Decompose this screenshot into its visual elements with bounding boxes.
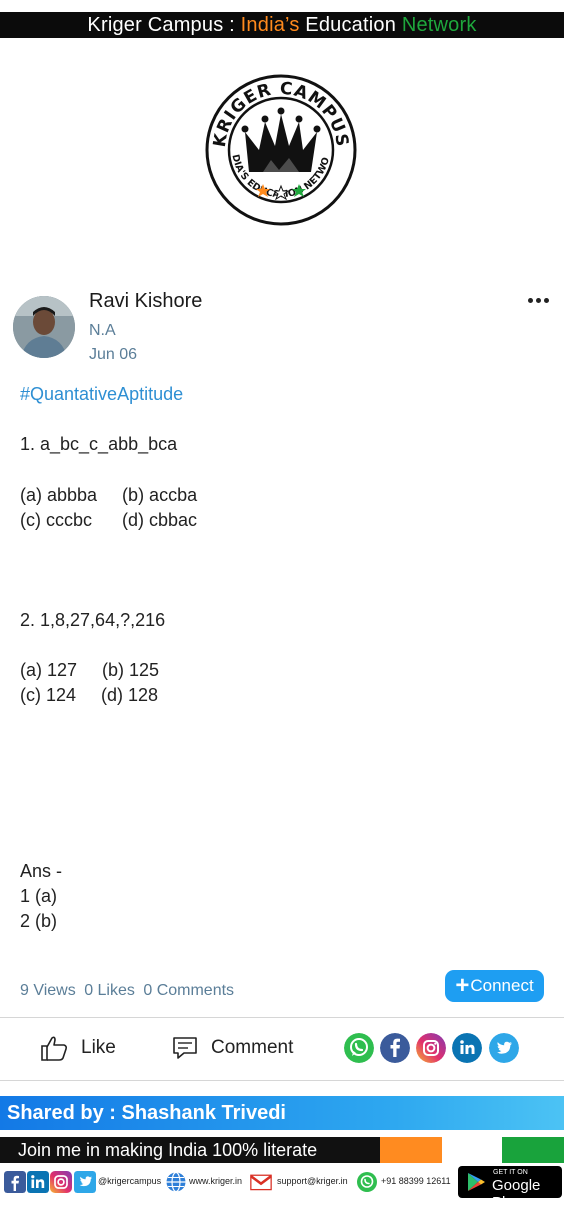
instagram-icon[interactable]	[416, 1033, 446, 1063]
google-play-small-text: GET IT ON	[493, 1169, 528, 1176]
comment-button[interactable]: Comment	[172, 1032, 293, 1064]
answer-2: 2 (b)	[20, 911, 58, 931]
answers-title: Ans -	[20, 861, 63, 881]
more-options-icon[interactable]	[522, 290, 554, 312]
connect-button[interactable]: +Connect	[445, 970, 544, 1002]
question-2: 2. 1,8,27,64,?,216	[20, 610, 166, 630]
post-date: Jun 06	[89, 346, 138, 363]
support-email[interactable]: support@kriger.in	[277, 1176, 348, 1186]
thumbs-up-icon	[41, 1036, 68, 1061]
google-play-text: Google Play	[492, 1177, 541, 1211]
globe-icon	[166, 1171, 186, 1193]
likes-count: 0 Likes	[84, 982, 135, 999]
post-hashtag[interactable]: #QuantativeAptitude	[20, 384, 183, 405]
phone-number[interactable]: +91 88399 12611	[381, 1176, 451, 1186]
plus-icon: +	[455, 972, 470, 999]
app-header: Kriger Campus : India’s Education Networ…	[0, 12, 564, 38]
whatsapp-icon	[357, 1172, 377, 1192]
divider	[0, 1017, 564, 1018]
avatar[interactable]	[13, 296, 75, 358]
views-count: 9 Views	[20, 982, 76, 999]
header-title-india: India’s	[240, 14, 300, 36]
facebook-icon[interactable]	[380, 1033, 410, 1063]
answer-1: 1 (a)	[20, 886, 58, 906]
question-1-options-line-2: (c) cccbc (d) cbbac	[20, 510, 198, 530]
header-title-part: Kriger Campus :	[87, 14, 241, 36]
comments-count: 0 Comments	[143, 982, 235, 999]
whatsapp-icon[interactable]	[344, 1033, 374, 1063]
google-play-icon	[468, 1173, 485, 1191]
saffron-stripe	[380, 1137, 442, 1163]
linkedin-icon[interactable]	[452, 1033, 482, 1063]
question-1: 1. a_bc_c_abb_bca	[20, 434, 178, 454]
question-2-options-line-2: (c) 124 (d) 128	[20, 685, 159, 705]
footer-contact-strip: @krigercampus www.kriger.in support@krig…	[0, 1164, 564, 1211]
question-2-options-line-1: (a) 127 (b) 125	[20, 660, 160, 680]
comment-icon	[173, 1037, 197, 1059]
author-name[interactable]: Ravi Kishore	[89, 290, 202, 313]
gmail-icon	[250, 1174, 272, 1191]
post-stats: 9 Views 0 Likes 0 Comments	[20, 982, 238, 1000]
facebook-icon[interactable]	[4, 1171, 26, 1193]
header-title-education: Education	[299, 14, 402, 36]
slogan-bar: Join me in making India 100% literate	[0, 1137, 564, 1163]
kriger-campus-logo: KRIGER CAMPUS INDIA'S EDUCATION NETWORK	[205, 74, 357, 226]
google-play-badge[interactable]: GET IT ON Google Play	[458, 1166, 562, 1211]
twitter-icon[interactable]	[489, 1033, 519, 1063]
linkedin-icon[interactable]	[27, 1171, 49, 1193]
shared-by-banner: Shared by : Shashank Trivedi	[0, 1096, 564, 1130]
instagram-icon[interactable]	[50, 1171, 72, 1193]
avatar-image	[13, 296, 75, 358]
divider	[0, 1080, 564, 1081]
green-stripe	[502, 1137, 564, 1163]
connect-label: Connect	[470, 976, 534, 995]
comment-label: Comment	[211, 1037, 294, 1058]
social-handle[interactable]: @krigercampus	[98, 1176, 161, 1186]
slogan-black-block: Join me in making India 100% literate	[0, 1137, 380, 1163]
like-label: Like	[81, 1037, 116, 1058]
slogan-text: Join me in making India 100% literate	[18, 1140, 318, 1160]
question-1-options-line-1: (a) abbba (b) accba	[20, 485, 198, 505]
twitter-icon[interactable]	[74, 1171, 96, 1193]
shared-by-text: Shared by : Shashank Trivedi	[7, 1102, 286, 1124]
website-link[interactable]: www.kriger.in	[189, 1176, 242, 1186]
white-stripe	[442, 1137, 502, 1163]
header-title-network: Network	[401, 14, 477, 36]
author-subtitle: N.A	[89, 322, 116, 339]
like-button[interactable]: Like	[40, 1032, 116, 1064]
